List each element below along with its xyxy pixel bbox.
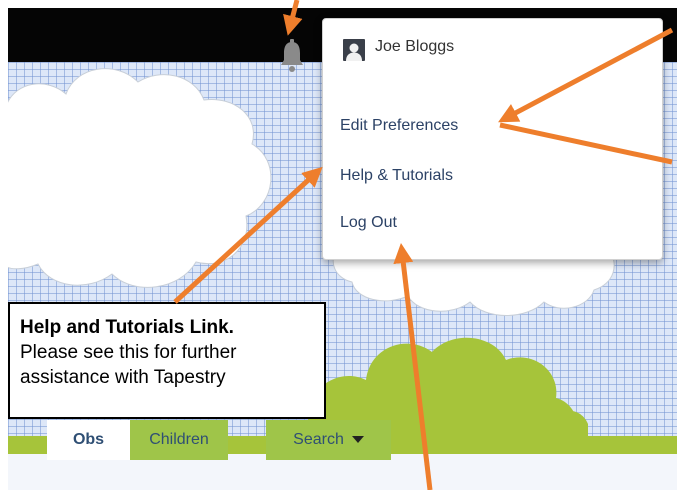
callout-line: assistance with Tapestry <box>20 367 226 388</box>
tab-search[interactable]: Search <box>266 420 391 460</box>
user-avatar-icon <box>343 39 365 61</box>
tab-children[interactable]: Children <box>130 420 228 460</box>
bell-icon[interactable] <box>279 36 305 76</box>
callout-title: Help and Tutorials Link. <box>20 317 234 338</box>
app-background: Joe Bloggs Edit Preferences Help & Tutor… <box>8 8 677 490</box>
help-tutorials-callout: Help and Tutorials Link. Please see this… <box>8 302 326 419</box>
user-dropdown-menu: Joe Bloggs Edit Preferences Help & Tutor… <box>322 18 663 260</box>
caret-down-icon <box>351 436 364 444</box>
tab-search-label: Search <box>293 431 344 448</box>
screenshot-frame: Joe Bloggs Edit Preferences Help & Tutor… <box>0 0 677 490</box>
tab-obs[interactable]: Obs <box>47 420 130 460</box>
help-tutorials-link[interactable]: Help & Tutorials <box>340 167 453 185</box>
user-name-label: Joe Bloggs <box>375 38 455 55</box>
log-out-link[interactable]: Log Out <box>340 214 397 232</box>
tab-obs-label: Obs <box>72 431 105 448</box>
tab-children-label: Children <box>149 431 209 448</box>
green-hedge-decoration-right <box>556 410 588 454</box>
user-menu-header[interactable]: Joe Bloggs <box>323 19 535 71</box>
callout-line: Please see this for further <box>20 342 237 363</box>
white-cloud-decoration <box>8 68 272 288</box>
edit-preferences-link[interactable]: Edit Preferences <box>340 117 458 135</box>
